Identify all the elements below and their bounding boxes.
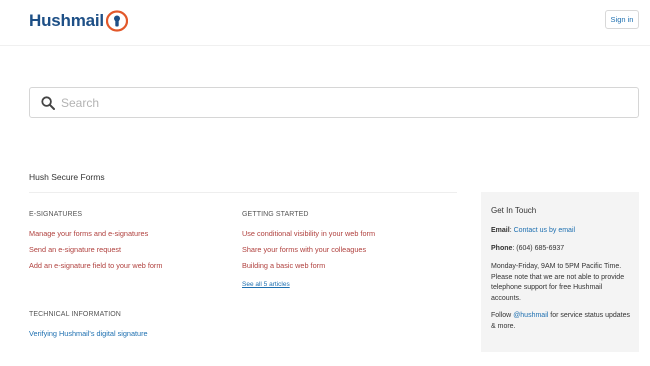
sign-in-button[interactable]: Sign in [605,10,639,29]
search-bar[interactable] [29,87,639,118]
contact-phone-row: Phone: (604) 685-6937 [491,245,565,252]
article-link[interactable]: Add an e-signature field to your web for… [29,261,162,270]
search-icon [41,96,55,110]
contact-hours-text: Monday-Friday, 9AM to 5PM Pacific Time. … [491,263,625,302]
section-title[interactable]: Hush Secure Forms [29,172,105,182]
hushmail-logo[interactable]: Hushmail [29,9,128,33]
contact-title: Get In Touch [491,206,537,215]
keyhole-logo-icon [105,10,128,32]
article-link[interactable]: Manage your forms and e-signatures [29,229,148,238]
category-title-technical-information[interactable]: TECHNICAL INFORMATION [29,311,121,318]
article-link[interactable]: Use conditional visibility in your web f… [242,229,375,238]
section-divider [29,192,457,193]
search-input[interactable] [61,88,621,117]
contact-email-row: Email: Contact us by email [491,227,576,234]
article-link[interactable]: Building a basic web form [242,261,325,270]
phone-value: (604) 685-6937 [516,245,565,252]
see-all-articles-link[interactable]: See all 5 articles [242,281,290,288]
category-title-getting-started[interactable]: GETTING STARTED [242,211,309,218]
category-title-e-signatures[interactable]: E-SIGNATURES [29,211,82,218]
contact-panel: Get In Touch Email: Contact us by email … [481,192,639,352]
twitter-handle-link[interactable]: @hushmail [513,312,548,319]
logo-wordmark: Hushmail [29,11,104,30]
article-link[interactable]: Send an e-signature request [29,245,121,254]
contact-email-link[interactable]: Contact us by email [514,227,575,234]
contact-follow-text: Follow @hushmail for service status upda… [491,312,631,330]
article-link[interactable]: Share your forms with your colleagues [242,245,366,254]
article-link[interactable]: Verifying Hushmail's digital signature [29,329,148,338]
email-label: Email [491,227,510,234]
phone-label: Phone [491,245,513,252]
site-header: Hushmail Sign in [0,0,650,46]
